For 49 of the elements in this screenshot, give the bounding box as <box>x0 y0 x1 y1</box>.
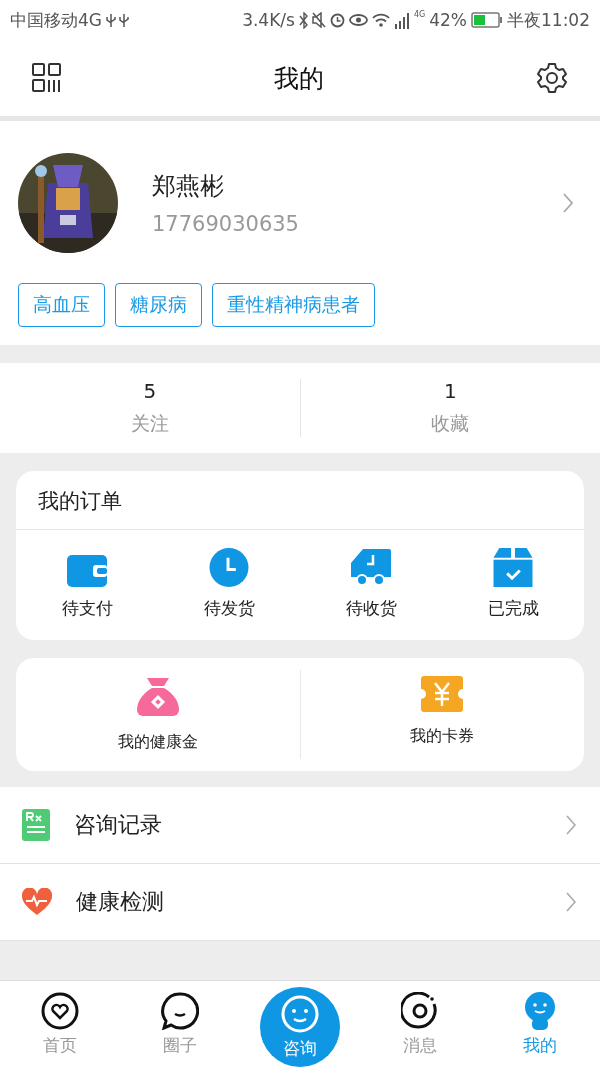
condition-tag: 重性精神病患者 <box>212 283 375 327</box>
ticket-icon[interactable] <box>421 676 464 712</box>
battery-percent: 42% <box>429 10 467 30</box>
alarm-icon <box>329 12 345 28</box>
menu-item[interactable]: 咨询记录 <box>0 787 600 864</box>
order-status-label[interactable]: 待收货 <box>345 597 397 620</box>
stat-label: 收藏 <box>431 411 470 436</box>
bluetooth-icon <box>298 11 308 29</box>
usb-icon <box>106 12 132 28</box>
qr-code-icon[interactable] <box>32 63 62 93</box>
wallet-icon[interactable] <box>67 553 107 587</box>
condition-tag: 高血压 <box>18 283 105 327</box>
ring-icon <box>401 991 439 1030</box>
wifi-icon <box>371 13 390 27</box>
chevron-right-icon <box>566 892 576 912</box>
signal-icon <box>393 11 410 29</box>
box-check-icon[interactable] <box>493 548 533 587</box>
prescription-icon <box>22 809 50 841</box>
order-status-label[interactable]: 待支付 <box>61 597 113 620</box>
card-title: 我的订单 <box>16 471 584 530</box>
chat-bubble-icon <box>161 991 199 1030</box>
page-title: 我的 <box>274 62 324 95</box>
eye-icon <box>348 14 368 26</box>
chevron-right-icon <box>566 815 576 835</box>
truck-icon[interactable] <box>351 549 391 587</box>
network-speed: 3.4K/s <box>242 10 295 30</box>
stat-count: 1 <box>443 379 457 403</box>
heart-pulse-icon <box>22 888 52 916</box>
person-icon <box>523 991 557 1030</box>
stat-label: 关注 <box>130 411 169 436</box>
smiley-icon <box>281 994 319 1033</box>
carrier-text: 中国移动4G <box>10 8 102 32</box>
battery-icon <box>471 12 503 28</box>
order-status-label[interactable]: 待发货 <box>203 597 255 620</box>
settings-icon[interactable] <box>536 62 568 94</box>
phone-number: 17769030635 <box>152 212 300 236</box>
condition-tag: 糖尿病 <box>115 283 202 327</box>
wallet-label[interactable]: 我的卡券 <box>410 726 475 747</box>
wallet-label[interactable]: 我的健康金 <box>117 732 198 753</box>
network-type: 4G <box>413 10 426 19</box>
menu-item[interactable]: 健康检测 <box>0 864 600 941</box>
stat-count: 5 <box>143 379 157 403</box>
clock-icon[interactable] <box>209 548 249 587</box>
clock-time: 半夜11:02 <box>507 8 590 32</box>
user-name: 郑燕彬 <box>152 171 225 202</box>
chevron-right-icon[interactable] <box>562 192 574 214</box>
mute-icon <box>311 12 326 28</box>
order-status-label[interactable]: 已完成 <box>487 597 539 620</box>
money-bag-icon[interactable] <box>136 676 179 718</box>
